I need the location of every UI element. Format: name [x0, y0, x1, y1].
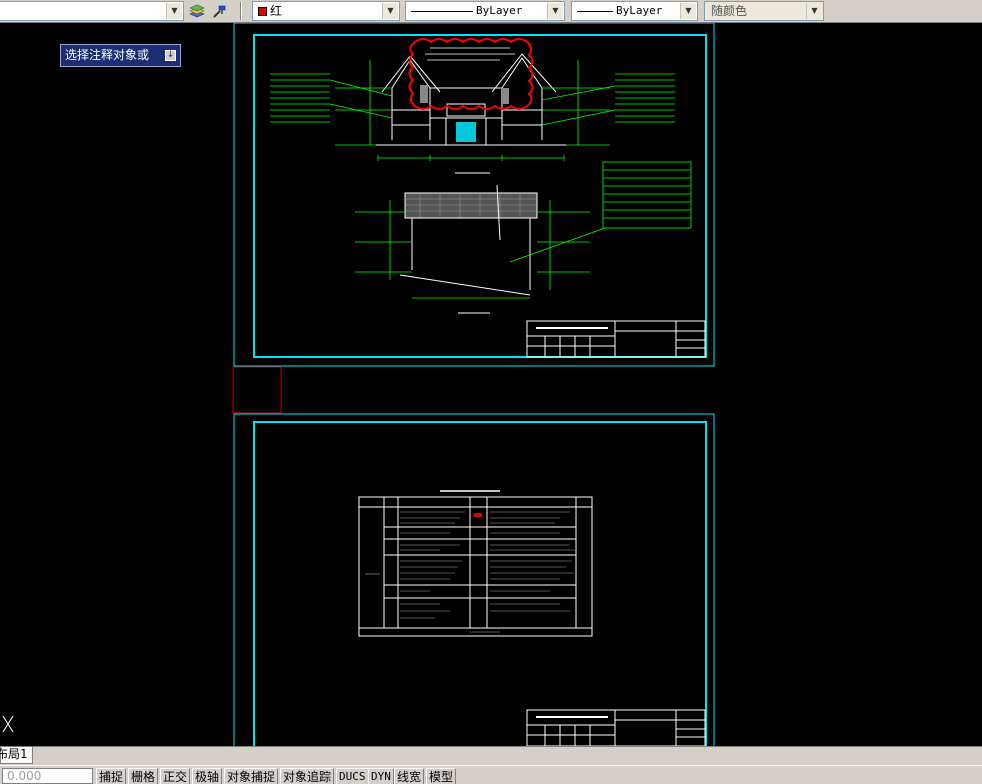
tab-layout1[interactable]: 布局1 — [0, 747, 33, 764]
polar-button[interactable]: 极轴 — [192, 768, 223, 784]
match-properties-icon[interactable] — [211, 2, 229, 20]
plotstyle-value: 随颜色 — [711, 4, 748, 18]
lineweight-sample — [577, 11, 613, 12]
left-annotation-block — [270, 73, 393, 123]
sheet-1-title-block — [526, 320, 706, 358]
chevron-down-icon[interactable]: ▼ — [806, 3, 822, 19]
linetype-combo[interactable]: ByLayer ▼ — [405, 1, 565, 21]
right-annotation-block — [541, 73, 675, 126]
lineweight-button[interactable]: 线宽 — [394, 768, 425, 784]
drawing-svg — [2, 23, 715, 746]
elevation-door — [456, 122, 476, 142]
sheet-2-paper — [233, 413, 715, 746]
sheet-2-title-block — [526, 709, 706, 746]
tab-layout1-label: 布局1 — [0, 747, 28, 761]
layout-tabs: 布局1 — [0, 746, 982, 765]
layer-combo[interactable]: ▼ — [0, 1, 184, 21]
ortho-button[interactable]: 正交 — [160, 768, 191, 784]
chevron-down-icon[interactable]: ▼ — [547, 3, 563, 19]
viewport-box — [232, 366, 282, 414]
model-button[interactable]: 模型 — [426, 768, 457, 784]
properties-toolbar: ▼ 红 ▼ ByLayer ▼ ByLayer ▼ 随颜色 ▼ — [0, 0, 982, 23]
section-roof-hatch — [404, 192, 538, 219]
color-combo[interactable]: 红 ▼ — [252, 1, 400, 21]
section-annotation-block — [602, 161, 692, 229]
chevron-down-icon[interactable]: ▼ — [680, 3, 696, 19]
table-red-mark — [474, 513, 482, 517]
toolbar-separator — [240, 2, 242, 20]
color-swatch-icon — [258, 7, 267, 16]
revision-cloud-text — [425, 47, 515, 61]
elevation-window-right — [501, 88, 509, 104]
color-value: 红 — [270, 4, 283, 18]
ducs-button[interactable]: DUCS — [336, 768, 369, 784]
coordinate-readout: 0.000 — [2, 768, 93, 784]
layer-states-icon[interactable] — [188, 2, 206, 20]
chevron-down-icon[interactable]: ▼ — [166, 3, 182, 19]
linetype-sample — [411, 11, 473, 12]
elevation-dimensions — [335, 60, 610, 161]
otrack-button[interactable]: 对象追踪 — [280, 768, 335, 784]
annotation-prompt[interactable]: 选择注释对象或 ↓ — [60, 44, 181, 67]
status-bar: 0.000 捕捉 栅格 正交 极轴 对象捕捉 对象追踪 DUCS DYN 线宽 … — [0, 765, 982, 784]
ucs-x-axis-icon — [2, 715, 14, 733]
dyn-button[interactable]: DYN — [368, 768, 394, 784]
snap-button[interactable]: 捕捉 — [96, 768, 127, 784]
lineweight-combo[interactable]: ByLayer ▼ — [571, 1, 698, 21]
chevron-down-icon[interactable]: ▼ — [382, 3, 398, 19]
linetype-value: ByLayer — [476, 4, 523, 17]
sheet-2-frame — [253, 421, 707, 746]
lineweight-value: ByLayer — [616, 4, 663, 17]
grid-button[interactable]: 栅格 — [128, 768, 159, 784]
elevation-window-left — [420, 85, 428, 103]
osnap-button[interactable]: 对象捕捉 — [224, 768, 279, 784]
arrow-down-icon[interactable]: ↓ — [165, 50, 176, 61]
annotation-prompt-text: 选择注释对象或 — [65, 48, 150, 62]
drawing-canvas[interactable]: 选择注释对象或 ↓ — [0, 23, 982, 746]
plotstyle-combo[interactable]: 随颜色 ▼ — [704, 1, 824, 21]
